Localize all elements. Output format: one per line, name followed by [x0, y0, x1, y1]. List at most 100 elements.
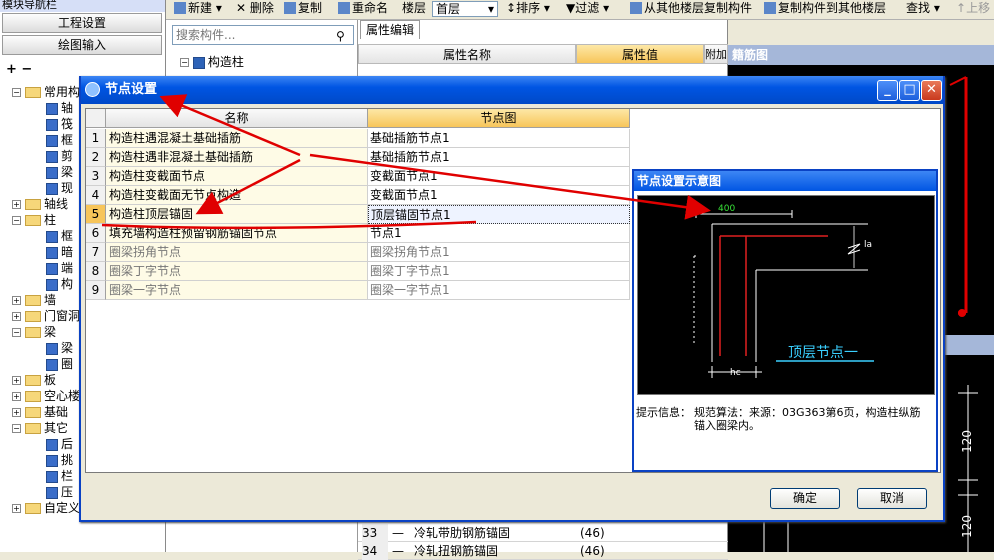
delete-button[interactable]: ✕ 删除	[236, 0, 274, 18]
tab-attribute-edit[interactable]: 属性编辑	[360, 20, 420, 39]
nav-leaf-item[interactable]: 暗	[46, 244, 73, 260]
copy-to-floor-button[interactable]: 复制构件到其他楼层	[764, 0, 886, 18]
sort-button[interactable]: ↕排序 ▾	[506, 0, 550, 18]
node-value-cell[interactable]: 圈梁一字节点1	[368, 281, 630, 300]
nav-folder-item[interactable]: + 基础	[12, 404, 68, 420]
floor-select[interactable]: 首层 ▾	[432, 1, 498, 17]
nav-leaf-item[interactable]: 后	[46, 436, 73, 452]
dialog-title-bar[interactable]: 节点设置 _ □ ✕	[81, 76, 943, 104]
expand-icon[interactable]: +	[12, 408, 21, 417]
row-number[interactable]: 4	[86, 186, 106, 205]
nav-leaf-item[interactable]: 梁	[46, 164, 73, 180]
component-icon	[46, 486, 58, 499]
collapse-icon[interactable]: −	[12, 424, 21, 433]
expand-icon[interactable]: +	[12, 296, 21, 305]
nav-folder-item[interactable]: + 墙	[12, 292, 56, 308]
project-settings-button[interactable]: 工程设置	[2, 13, 162, 33]
nav-leaf-item[interactable]: 压	[46, 484, 73, 500]
ok-button[interactable]: 确定	[770, 488, 840, 509]
node-name-cell[interactable]: 构造柱遇非混凝土基础插筋	[106, 148, 368, 167]
nav-leaf-item[interactable]: 端	[46, 260, 73, 276]
row-number[interactable]: 2	[86, 148, 106, 167]
nav-folder-item[interactable]: + 板	[12, 372, 56, 388]
row-number[interactable]: 9	[86, 281, 106, 300]
node-value-cell[interactable]: 顶层锚固节点1	[368, 205, 630, 224]
node-name-cell[interactable]: 填充墙构造柱预留钢筋锚固节点	[106, 224, 368, 243]
nav-leaf-item[interactable]: 筏	[46, 116, 73, 132]
maximize-icon[interactable]: □	[899, 80, 920, 101]
row-number[interactable]: 1	[86, 129, 106, 148]
row-number[interactable]: 3	[86, 167, 106, 186]
collapse-icon[interactable]: −	[12, 216, 21, 225]
node-name-cell[interactable]: 圈梁丁字节点	[106, 262, 368, 281]
component-tree-root[interactable]: − 构造柱	[180, 53, 244, 70]
expand-collapse-icons[interactable]: + −	[6, 62, 32, 77]
expand-icon[interactable]: +	[12, 200, 21, 209]
cancel-button[interactable]: 取消	[857, 488, 927, 509]
node-value-cell[interactable]: 变截面节点1	[368, 186, 630, 205]
component-icon	[46, 150, 58, 163]
node-value-cell[interactable]: 节点1	[368, 224, 630, 243]
node-value-cell[interactable]: 基础插筋节点1	[368, 148, 630, 167]
node-value-cell[interactable]: 变截面节点1	[368, 167, 630, 186]
row-number[interactable]: 6	[86, 224, 106, 243]
nav-folder-item[interactable]: − 柱	[12, 212, 56, 228]
node-value-cell[interactable]: 圈梁丁字节点1	[368, 262, 630, 281]
row-number[interactable]: 5	[86, 205, 106, 224]
table-row[interactable]: 34 — 冷轧扭钢筋锚固 (46)	[358, 542, 728, 560]
component-icon	[46, 470, 58, 483]
nav-folder-item[interactable]: + 门窗洞	[12, 308, 80, 324]
copy-button[interactable]: 复制	[284, 0, 322, 18]
nav-leaf-item[interactable]: 梁	[46, 340, 73, 356]
nav-leaf-item[interactable]: 框	[46, 132, 73, 148]
row-number[interactable]: 7	[86, 243, 106, 262]
nav-leaf-item[interactable]: 现	[46, 180, 73, 196]
collapse-icon[interactable]: −	[12, 88, 21, 97]
nav-folder-item[interactable]: − 常用构	[12, 84, 80, 100]
attr-col-value: 属性值	[576, 44, 704, 64]
expand-icon[interactable]: +	[12, 312, 21, 321]
nav-folder-item[interactable]: − 梁	[12, 324, 56, 340]
drawing-input-button[interactable]: 绘图输入	[2, 35, 162, 55]
nav-leaf-item[interactable]: 剪	[46, 148, 73, 164]
search-input[interactable]: 搜索构件...	[172, 25, 354, 45]
node-name-cell[interactable]: 构造柱变截面无节点构造	[106, 186, 368, 205]
minimize-icon[interactable]: _	[877, 80, 898, 101]
nav-leaf-item[interactable]: 构	[46, 276, 73, 292]
component-icon	[46, 438, 58, 451]
nav-leaf-item[interactable]: 挑	[46, 452, 73, 468]
copy-from-floor-button[interactable]: 从其他楼层复制构件	[630, 0, 752, 18]
nav-leaf-item[interactable]: 圈	[46, 356, 73, 372]
new-button[interactable]: 新建 ▾	[174, 0, 222, 18]
nav-folder-item[interactable]: + 轴线	[12, 196, 68, 212]
expand-icon[interactable]: +	[12, 376, 21, 385]
node-value-cell[interactable]: 圈梁拐角节点1	[368, 243, 630, 262]
node-name-cell[interactable]: 构造柱顶层锚固	[106, 205, 368, 224]
search-icon[interactable]: ⚲	[336, 29, 345, 43]
collapse-icon[interactable]: −	[12, 328, 21, 337]
collapse-icon[interactable]: −	[180, 58, 189, 67]
nav-leaf-item[interactable]: 轴	[46, 100, 73, 116]
floor-label: 楼层	[402, 1, 427, 15]
nav-leaf-item[interactable]: 框	[46, 228, 73, 244]
expand-icon[interactable]: +	[12, 392, 21, 401]
node-name-cell[interactable]: 构造柱遇混凝土基础插筋	[106, 129, 368, 148]
nav-folder-item[interactable]: + 空心楼	[12, 388, 80, 404]
expand-icon[interactable]: +	[12, 504, 21, 513]
nav-folder-item[interactable]: + 自定义	[12, 500, 80, 516]
node-name-cell[interactable]: 圈梁一字节点	[106, 281, 368, 300]
move-up-button[interactable]: ↑上移	[956, 0, 990, 18]
nav-folder-item[interactable]: − 其它	[12, 420, 68, 436]
hint-text: 规范算法：来源：03G363第6页，构造柱纵筋锚入圈梁内。	[694, 406, 921, 432]
table-row[interactable]: 33 — 冷轧带肋钢筋锚固 (46)	[358, 524, 728, 542]
filter-button[interactable]: ▼过滤 ▾	[566, 0, 609, 18]
find-button[interactable]: 查找 ▾	[906, 0, 940, 18]
row-number[interactable]: 8	[86, 262, 106, 281]
preview-dim-la: la	[864, 240, 873, 250]
rename-button[interactable]: 重命名	[338, 0, 388, 18]
node-name-cell[interactable]: 构造柱变截面节点	[106, 167, 368, 186]
nav-leaf-item[interactable]: 栏	[46, 468, 73, 484]
close-icon[interactable]: ✕	[921, 80, 942, 101]
node-name-cell[interactable]: 圈梁拐角节点	[106, 243, 368, 262]
node-value-cell[interactable]: 基础插筋节点1	[368, 129, 630, 148]
